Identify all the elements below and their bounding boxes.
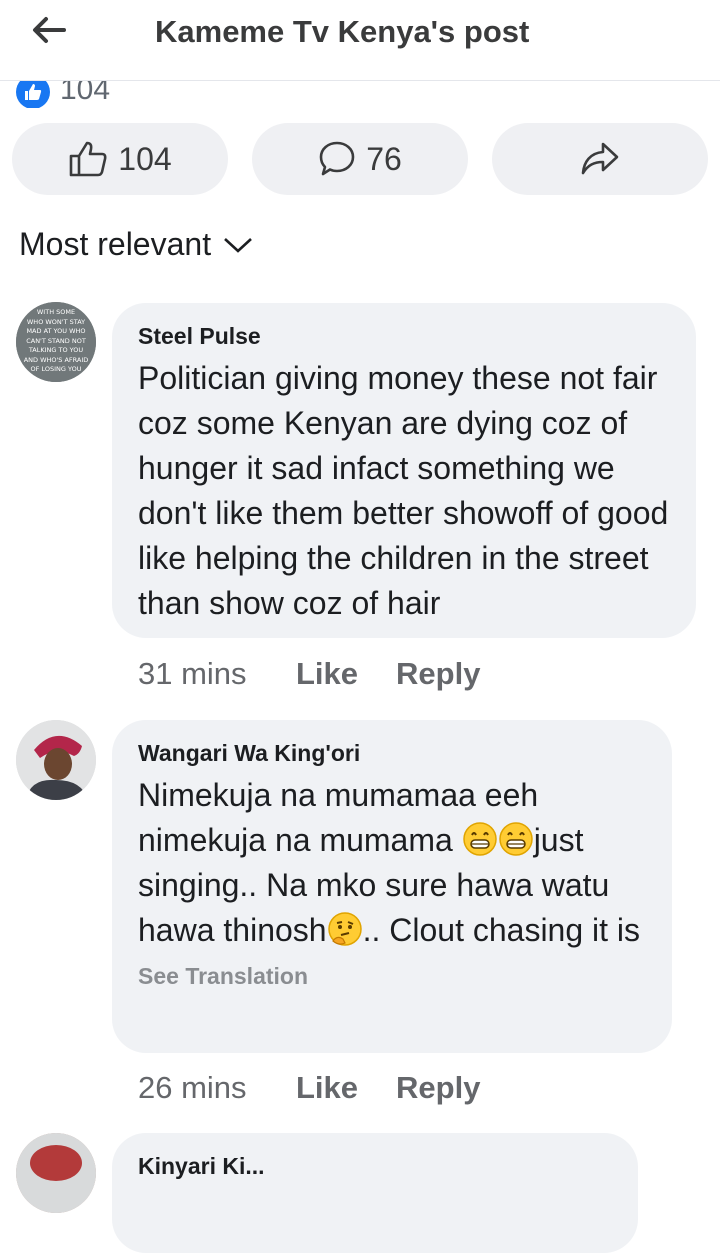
avatar[interactable] <box>16 1133 96 1213</box>
chevron-down-icon <box>224 237 252 253</box>
comment-bubble: Kinyari Ki... <box>112 1133 638 1253</box>
avatar-photo <box>16 1133 96 1213</box>
comment-bubble: Steel Pulse Politician giving money thes… <box>112 303 696 638</box>
comment-like-button[interactable]: Like <box>296 656 358 692</box>
avatar-quote-text: WITH SOME WHO WON'T STAY MAD AT YOU WHO … <box>23 308 89 373</box>
page-title: Kameme Tv Kenya's post <box>155 14 530 49</box>
back-arrow-icon <box>33 17 66 43</box>
avatar-photo <box>16 720 96 800</box>
comment-actions: 26 mins Like Reply <box>138 1070 518 1106</box>
sort-label: Most relevant <box>19 226 212 262</box>
comment-button[interactable]: 76 <box>252 123 468 195</box>
thumbs-up-icon <box>69 141 107 177</box>
comment-actions: 31 mins Like Reply <box>138 656 518 692</box>
comment-text: Nimekuja na mumamaa eeh nimekuja na muma… <box>138 777 641 948</box>
comment-author[interactable]: Steel Pulse <box>138 323 670 350</box>
comment-like-button[interactable]: Like <box>296 1070 358 1106</box>
comment-bubble: Wangari Wa King'ori Nimekuja na mumamaa … <box>112 720 672 1053</box>
comment-bubble-icon <box>319 141 355 176</box>
comment-reply-button[interactable]: Reply <box>396 656 480 692</box>
grinning-face-emoji-icon <box>498 822 533 856</box>
comment-reply-button[interactable]: Reply <box>396 1070 480 1106</box>
comment-sort-dropdown[interactable]: Most relevant <box>19 226 253 263</box>
comment-time: 31 mins <box>138 656 247 691</box>
comment-author[interactable]: Kinyari Ki... <box>138 1153 612 1180</box>
avatar[interactable] <box>16 720 96 800</box>
grinning-face-emoji-icon <box>462 822 497 856</box>
share-icon <box>581 142 619 175</box>
avatar[interactable]: WITH SOME WHO WON'T STAY MAD AT YOU WHO … <box>16 302 96 382</box>
back-button[interactable] <box>26 10 70 50</box>
comment-count: 76 <box>366 140 402 177</box>
top-bar: Kameme Tv Kenya's post <box>0 0 720 81</box>
comment-author[interactable]: Wangari Wa King'ori <box>138 740 646 767</box>
comment-time: 26 mins <box>138 1070 247 1105</box>
like-count: 104 <box>118 140 172 177</box>
like-button[interactable]: 104 <box>12 123 228 195</box>
comment-text: Politician giving money these not fair c… <box>138 360 669 621</box>
share-button[interactable] <box>492 123 708 195</box>
see-translation-link[interactable]: See Translation <box>138 963 646 990</box>
thinking-face-emoji-icon <box>327 912 362 946</box>
